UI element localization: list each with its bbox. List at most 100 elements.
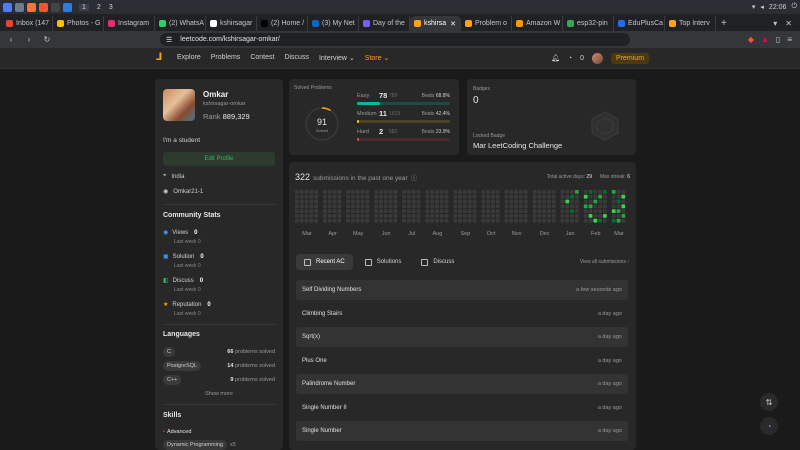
- heatmap-cell[interactable]: [463, 209, 467, 213]
- heatmap-cell[interactable]: [575, 214, 579, 218]
- heatmap-cell[interactable]: [523, 209, 528, 213]
- nav-link[interactable]: Contest: [250, 54, 274, 62]
- heatmap-cell[interactable]: [495, 190, 500, 194]
- heatmap-cell[interactable]: [481, 214, 486, 218]
- skill-item[interactable]: Dynamic Programming x5: [163, 440, 236, 450]
- browser-tab[interactable]: Amazon W: [512, 16, 563, 31]
- files-icon[interactable]: [15, 2, 24, 12]
- heatmap-cell[interactable]: [532, 209, 537, 213]
- heatmap-cell[interactable]: [565, 204, 570, 209]
- heatmap-cell[interactable]: [351, 204, 355, 209]
- heatmap-cell[interactable]: [542, 190, 546, 194]
- heatmap-cell[interactable]: [621, 190, 626, 194]
- heatmap-cell[interactable]: [416, 214, 421, 218]
- heatmap-cell[interactable]: [299, 218, 304, 223]
- heatmap-cell[interactable]: [323, 204, 327, 209]
- heatmap-cell[interactable]: [611, 209, 616, 213]
- heatmap-cell[interactable]: [598, 204, 602, 209]
- heatmap-cell[interactable]: [472, 199, 477, 204]
- heatmap-cell[interactable]: [486, 204, 490, 209]
- heatmap-cell[interactable]: [388, 214, 393, 218]
- heatmap-cell[interactable]: [616, 194, 621, 199]
- heatmap-cell[interactable]: [379, 209, 383, 213]
- heatmap-cell[interactable]: [570, 204, 574, 209]
- heatmap-cell[interactable]: [314, 218, 318, 223]
- heatmap-cell[interactable]: [463, 204, 467, 209]
- heatmap-cell[interactable]: [393, 214, 398, 218]
- heatmap-cell[interactable]: [509, 218, 514, 223]
- heatmap-cell[interactable]: [486, 194, 490, 199]
- nav-link[interactable]: Discuss: [284, 54, 309, 62]
- heatmap-cell[interactable]: [621, 218, 626, 223]
- heatmap-cell[interactable]: [355, 218, 360, 223]
- submission-title[interactable]: Palindrome Number: [302, 381, 355, 387]
- heatmap-cell[interactable]: [444, 209, 449, 213]
- heatmap-cell[interactable]: [495, 214, 500, 218]
- submission-title[interactable]: Plus One: [302, 358, 327, 364]
- heatmap-cell[interactable]: [430, 218, 434, 223]
- volume-icon[interactable]: ◂: [760, 3, 764, 11]
- premium-button[interactable]: Premium: [611, 52, 650, 64]
- heatmap-cell[interactable]: [365, 190, 370, 194]
- heatmap-cell[interactable]: [598, 214, 602, 218]
- heatmap-cell[interactable]: [309, 214, 314, 218]
- heatmap-cell[interactable]: [537, 194, 542, 199]
- heatmap-cell[interactable]: [379, 199, 383, 204]
- heatmap-cell[interactable]: [337, 209, 342, 213]
- url-field[interactable]: ☰ leetcode.com/kshirsagar-omkar/: [160, 33, 630, 46]
- wifi-icon[interactable]: ▾: [752, 3, 756, 11]
- heatmap-cell[interactable]: [360, 190, 365, 194]
- heatmap-cell[interactable]: [351, 194, 355, 199]
- heatmap-cell[interactable]: [570, 190, 574, 194]
- heatmap-cell[interactable]: [407, 214, 411, 218]
- leetcode-logo-icon[interactable]: ᒧ: [156, 53, 166, 63]
- heatmap-cell[interactable]: [360, 214, 365, 218]
- heatmap-cell[interactable]: [463, 194, 467, 199]
- heatmap-cell[interactable]: [504, 204, 509, 209]
- heatmap-cell[interactable]: [616, 190, 621, 194]
- heatmap-cell[interactable]: [575, 194, 579, 199]
- heatmap-cell[interactable]: [583, 209, 588, 213]
- tab-discuss[interactable]: Discuss: [413, 254, 462, 270]
- heatmap-cell[interactable]: [570, 209, 574, 213]
- heatmap-cell[interactable]: [570, 214, 574, 218]
- heatmap-cell[interactable]: [481, 209, 486, 213]
- heatmap-cell[interactable]: [509, 194, 514, 199]
- heatmap-cell[interactable]: [309, 204, 314, 209]
- heatmap-cell[interactable]: [304, 214, 309, 218]
- heatmap-cell[interactable]: [314, 209, 318, 213]
- heatmap-cell[interactable]: [486, 214, 490, 218]
- sidebar-icon[interactable]: ▯: [776, 35, 780, 44]
- heatmap-cell[interactable]: [467, 194, 472, 199]
- heatmap-cell[interactable]: [593, 204, 598, 209]
- heatmap-cell[interactable]: [416, 190, 421, 194]
- heatmap-cell[interactable]: [603, 190, 607, 194]
- heatmap-cell[interactable]: [323, 209, 327, 213]
- heatmap-cell[interactable]: [565, 194, 570, 199]
- heatmap-cell[interactable]: [383, 190, 388, 194]
- heatmap-cell[interactable]: [388, 218, 393, 223]
- feedback-icon[interactable]: ◔: [760, 417, 778, 435]
- heatmap-cell[interactable]: [332, 190, 337, 194]
- heatmap-cell[interactable]: [519, 218, 523, 223]
- heatmap-cell[interactable]: [621, 214, 626, 218]
- heatmap-cell[interactable]: [611, 218, 616, 223]
- heatmap-cell[interactable]: [360, 209, 365, 213]
- heatmap-cell[interactable]: [495, 194, 500, 199]
- heatmap-cell[interactable]: [407, 190, 411, 194]
- heatmap-cell[interactable]: [514, 209, 518, 213]
- heatmap-cell[interactable]: [435, 190, 439, 194]
- browser-tab[interactable]: Top Interv: [665, 16, 716, 31]
- heatmap-cell[interactable]: [514, 190, 518, 194]
- heatmap-cell[interactable]: [537, 204, 542, 209]
- heatmap-cell[interactable]: [575, 209, 579, 213]
- heatmap-cell[interactable]: [551, 218, 556, 223]
- submission-title[interactable]: Sqrt(x): [302, 334, 320, 340]
- heatmap-cell[interactable]: [383, 214, 388, 218]
- heatmap-cell[interactable]: [416, 204, 421, 209]
- heatmap-cell[interactable]: [588, 190, 593, 194]
- heatmap-cell[interactable]: [374, 204, 378, 209]
- heatmap-cell[interactable]: [355, 199, 360, 204]
- heatmap-cell[interactable]: [379, 190, 383, 194]
- heatmap-cell[interactable]: [388, 199, 393, 204]
